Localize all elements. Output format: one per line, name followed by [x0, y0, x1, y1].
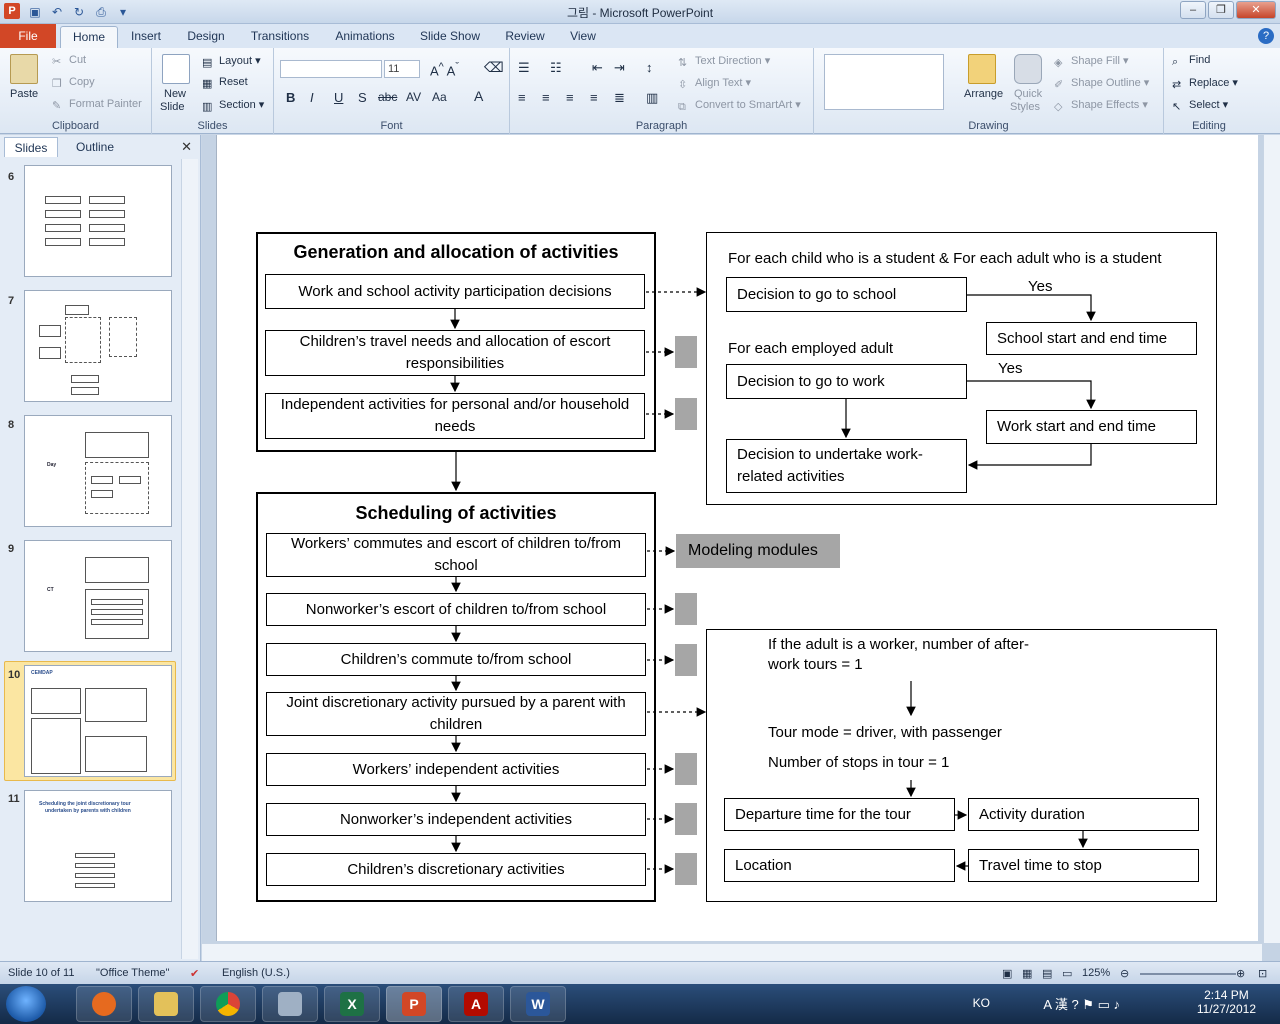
folder-icon — [154, 992, 178, 1016]
spelling-check-icon[interactable]: ✔ — [190, 967, 199, 980]
theme-status: "Office Theme" — [96, 967, 170, 979]
connector-arrows — [450, 287, 1096, 874]
slide-count-status: Slide 10 of 11 — [8, 967, 75, 979]
taskbar-word[interactable]: W — [510, 986, 566, 1022]
language-status[interactable]: English (U.S.) — [222, 967, 290, 979]
start-button[interactable] — [6, 986, 46, 1022]
slideshow-view-icon[interactable]: ▭ — [1062, 967, 1072, 980]
word-icon: W — [526, 992, 550, 1016]
taskbar-excel[interactable]: X — [324, 986, 380, 1022]
calculator-icon — [278, 992, 302, 1016]
zoom-in-icon[interactable]: ⊕ — [1236, 967, 1245, 980]
slide-sorter-icon[interactable]: ▦ — [1022, 967, 1032, 980]
tray-icons[interactable]: A 漢 ? ⚑ ▭ ♪ — [1043, 994, 1120, 1013]
fit-to-window-icon[interactable]: ⊡ — [1258, 967, 1267, 980]
taskbar-acrobat[interactable]: A — [448, 986, 504, 1022]
zoom-level[interactable]: 125% — [1082, 967, 1110, 979]
zoom-out-icon[interactable]: ⊖ — [1120, 967, 1129, 980]
taskbar-calculator[interactable] — [262, 986, 318, 1022]
status-bar: Slide 10 of 11 "Office Theme" ✔ English … — [0, 961, 1280, 984]
clock-date: 11/27/2012 — [1196, 1002, 1256, 1016]
taskbar-powerpoint[interactable]: P — [386, 986, 442, 1022]
acrobat-icon: A — [464, 992, 488, 1016]
normal-view-icon[interactable]: ▣ — [1002, 967, 1012, 980]
input-language[interactable]: KO — [973, 996, 990, 1010]
clock[interactable]: 2:14 PM 11/27/2012 — [1197, 988, 1256, 1016]
chrome-icon — [216, 992, 240, 1016]
taskbar-explorer[interactable] — [138, 986, 194, 1022]
excel-icon: X — [340, 992, 364, 1016]
clock-time: 2:14 PM — [1204, 988, 1249, 1002]
reading-view-icon[interactable]: ▤ — [1042, 967, 1052, 980]
powerpoint-icon: P — [402, 992, 426, 1016]
windows-taskbar: X P A W KO A 漢 ? ⚑ ▭ ♪ 2:14 PM 11/27/201… — [0, 984, 1280, 1024]
zoom-slider[interactable] — [1140, 973, 1236, 975]
taskbar-firefox[interactable] — [76, 986, 132, 1022]
taskbar-chrome[interactable] — [200, 986, 256, 1022]
firefox-icon — [92, 992, 116, 1016]
